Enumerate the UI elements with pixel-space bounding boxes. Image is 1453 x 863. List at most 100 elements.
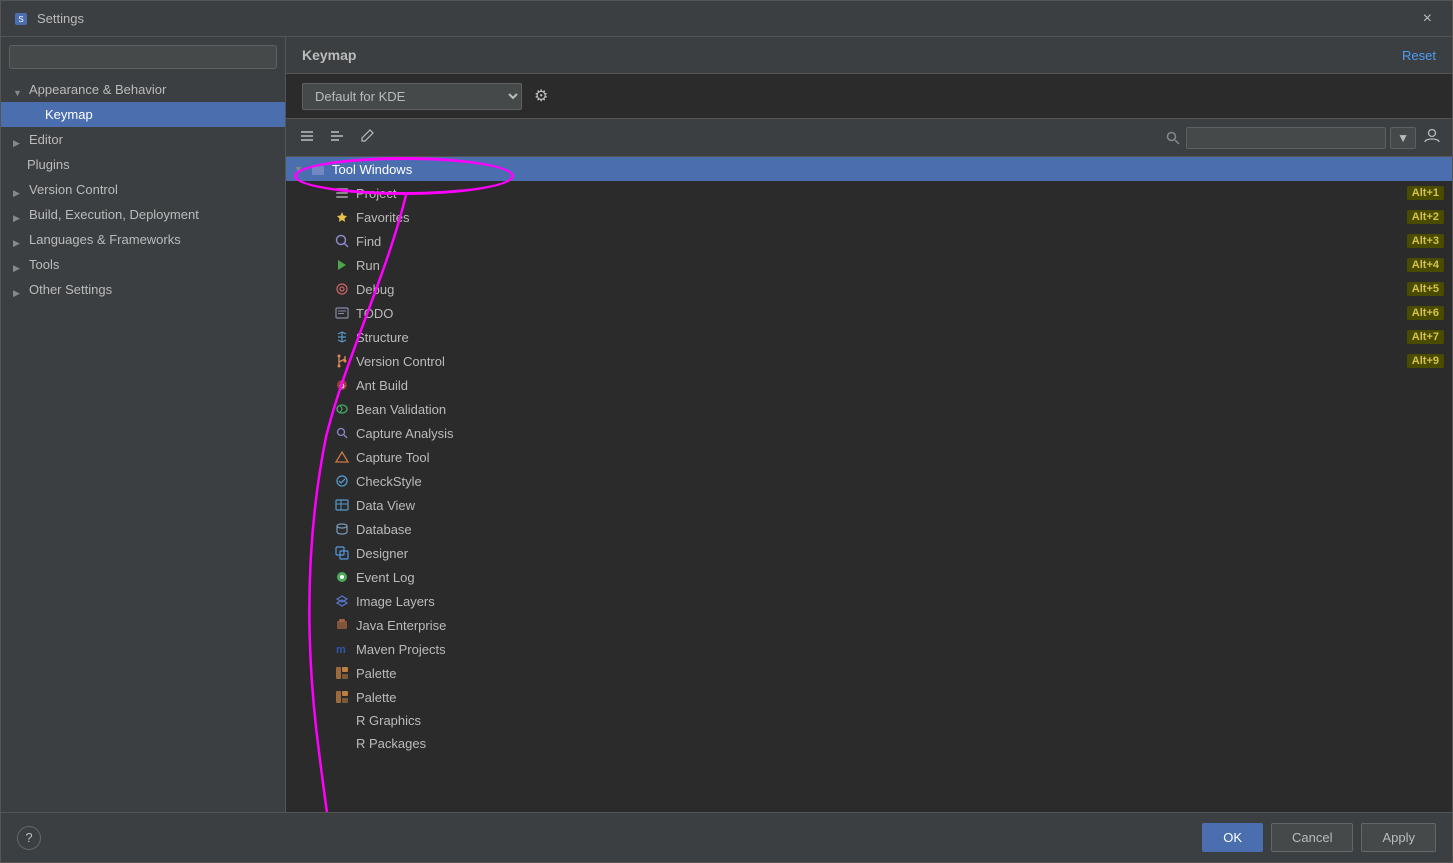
gear-circle-icon bbox=[334, 281, 350, 297]
play-icon bbox=[334, 257, 350, 273]
tree-item-r-graphics[interactable]: R Graphics bbox=[286, 709, 1452, 732]
maven-icon: m bbox=[334, 641, 350, 657]
tree-label-data-view: Data View bbox=[356, 498, 415, 513]
tree-label-favorites: Favorites bbox=[356, 210, 409, 225]
tree-item-run[interactable]: Run Alt+4 bbox=[286, 253, 1452, 277]
tree-item-database[interactable]: Database bbox=[286, 517, 1452, 541]
dots-icon bbox=[334, 185, 350, 201]
sidebar-item-editor[interactable]: Editor bbox=[1, 127, 285, 152]
shortcut-badge-project: Alt+1 bbox=[1407, 186, 1444, 200]
sidebar-label-appearance: Appearance & Behavior bbox=[29, 82, 166, 97]
title-bar: S Settings × bbox=[1, 1, 1452, 37]
database-icon bbox=[334, 521, 350, 537]
tree-arrow-tool-windows: ▼ bbox=[294, 164, 308, 174]
reset-button[interactable]: Reset bbox=[1402, 48, 1436, 63]
star-icon bbox=[334, 209, 350, 225]
tree-item-palette1[interactable]: Palette bbox=[286, 661, 1452, 685]
sidebar-item-tools[interactable]: Tools bbox=[1, 252, 285, 277]
designer-icon bbox=[334, 545, 350, 561]
keymap-gear-button[interactable]: ⚙ bbox=[530, 82, 552, 110]
tree-item-maven-projects[interactable]: mMaven Projects bbox=[286, 637, 1452, 661]
sidebar-arrow-build bbox=[13, 209, 25, 221]
panel-header: Keymap Reset bbox=[286, 37, 1452, 74]
tree-item-image-layers[interactable]: Image Layers bbox=[286, 589, 1452, 613]
collapse-all-button[interactable] bbox=[324, 125, 350, 150]
tree-item-find[interactable]: FindAlt+3 bbox=[286, 229, 1452, 253]
sidebar-item-version-control[interactable]: Version Control⊕ bbox=[1, 177, 285, 202]
tree-label-r-graphics: R Graphics bbox=[356, 713, 421, 728]
dialog-title: Settings bbox=[37, 11, 1415, 26]
help-button[interactable]: ? bbox=[17, 826, 41, 850]
sidebar-search-input[interactable] bbox=[9, 45, 277, 69]
tree-item-checkstyle[interactable]: CheckStyle bbox=[286, 469, 1452, 493]
user-icon-button[interactable] bbox=[1420, 123, 1444, 152]
tree-search-input[interactable] bbox=[1186, 127, 1386, 149]
ok-button[interactable]: OK bbox=[1202, 823, 1263, 852]
search-circle-icon bbox=[334, 233, 350, 249]
expand-all-button[interactable] bbox=[294, 125, 320, 150]
tree-item-capture-analysis[interactable]: Capture Analysis bbox=[286, 421, 1452, 445]
main-content: Appearance & Behavior Keymap Editor Plugins… bbox=[1, 37, 1452, 812]
tree-label-debug: Debug bbox=[356, 282, 394, 297]
bean-icon bbox=[334, 401, 350, 417]
tree-item-favorites[interactable]: FavoritesAlt+2 bbox=[286, 205, 1452, 229]
tree-item-event-log[interactable]: Event Log bbox=[286, 565, 1452, 589]
close-button[interactable]: × bbox=[1415, 6, 1440, 32]
tree-label-find: Find bbox=[356, 234, 381, 249]
tree-label-image-layers: Image Layers bbox=[356, 594, 435, 609]
sidebar-item-appearance[interactable]: Appearance & Behavior bbox=[1, 77, 285, 102]
palette1-icon bbox=[334, 665, 350, 681]
sidebar-item-languages[interactable]: Languages & Frameworks bbox=[1, 227, 285, 252]
tree-item-ant-build[interactable]: ⚙ Ant Build bbox=[286, 373, 1452, 397]
tree-item-capture-tool[interactable]: Capture Tool bbox=[286, 445, 1452, 469]
cancel-button[interactable]: Cancel bbox=[1271, 823, 1353, 852]
sidebar-label-plugins: Plugins bbox=[27, 157, 70, 172]
tree-item-debug[interactable]: Debug Alt+5 bbox=[286, 277, 1452, 301]
tree-item-data-view[interactable]: Data View bbox=[286, 493, 1452, 517]
tree-label-checkstyle: CheckStyle bbox=[356, 474, 422, 489]
keymap-select[interactable]: Default for KDE bbox=[302, 83, 522, 110]
keymap-selector-row: Default for KDE ⚙ bbox=[286, 74, 1452, 119]
tree-item-todo[interactable]: TODOAlt+6 bbox=[286, 301, 1452, 325]
sidebar-arrow-appearance bbox=[13, 84, 25, 96]
sidebar-item-build[interactable]: Build, Execution, Deployment bbox=[1, 202, 285, 227]
svg-text:m: m bbox=[336, 644, 346, 656]
tree-item-structure[interactable]: StructureAlt+7 bbox=[286, 325, 1452, 349]
sidebar: Appearance & Behavior Keymap Editor Plugins… bbox=[1, 37, 286, 812]
tree-label-designer: Designer bbox=[356, 546, 408, 561]
edit-button[interactable] bbox=[354, 125, 380, 150]
tree-item-bean-validation[interactable]: Bean Validation bbox=[286, 397, 1452, 421]
search-small-icon bbox=[334, 425, 350, 441]
tree-label-run: Run bbox=[356, 258, 380, 273]
sidebar-item-other[interactable]: Other Settings⊕ bbox=[1, 277, 285, 302]
tree-label-ant-build: Ant Build bbox=[356, 378, 408, 393]
ant-icon: ⚙ bbox=[334, 377, 350, 393]
shortcut-badge-run: Alt+4 bbox=[1407, 258, 1444, 272]
tree-label-structure: Structure bbox=[356, 330, 409, 345]
apply-button[interactable]: Apply bbox=[1361, 823, 1436, 852]
tree-item-designer[interactable]: Designer bbox=[286, 541, 1452, 565]
shortcut-badge-debug: Alt+5 bbox=[1407, 282, 1444, 296]
tree-item-project[interactable]: ProjectAlt+1 bbox=[286, 181, 1452, 205]
tree-item-r-packages[interactable]: R Packages bbox=[286, 732, 1452, 755]
search-options-button[interactable]: ▼ bbox=[1390, 127, 1416, 149]
sidebar-label-other: Other Settings bbox=[29, 282, 112, 297]
tree-item-palette2[interactable]: Palette bbox=[286, 685, 1452, 709]
tree-item-tool-windows[interactable]: ▼Tool Windows bbox=[286, 157, 1452, 181]
tree-label-r-packages: R Packages bbox=[356, 736, 426, 751]
tree-label-palette1: Palette bbox=[356, 666, 396, 681]
tree-label-java-enterprise: Java Enterprise bbox=[356, 618, 446, 633]
sidebar-item-plugins[interactable]: Plugins bbox=[1, 152, 285, 177]
sidebar-label-editor: Editor bbox=[29, 132, 63, 147]
sidebar-arrow-languages bbox=[13, 234, 25, 246]
table-icon bbox=[334, 497, 350, 513]
sidebar-item-keymap[interactable]: Keymap bbox=[1, 102, 285, 127]
sidebar-label-keymap: Keymap bbox=[45, 107, 93, 122]
tree-label-version-control: Version Control bbox=[356, 354, 445, 369]
tree-item-java-enterprise[interactable]: Java Enterprise bbox=[286, 613, 1452, 637]
tree-item-version-control[interactable]: Version ControlAlt+9 bbox=[286, 349, 1452, 373]
right-panel: Keymap Reset Default for KDE ⚙ bbox=[286, 37, 1452, 812]
circle-dot-icon bbox=[334, 569, 350, 585]
tree-label-palette2: Palette bbox=[356, 690, 396, 705]
triangle-icon bbox=[334, 449, 350, 465]
